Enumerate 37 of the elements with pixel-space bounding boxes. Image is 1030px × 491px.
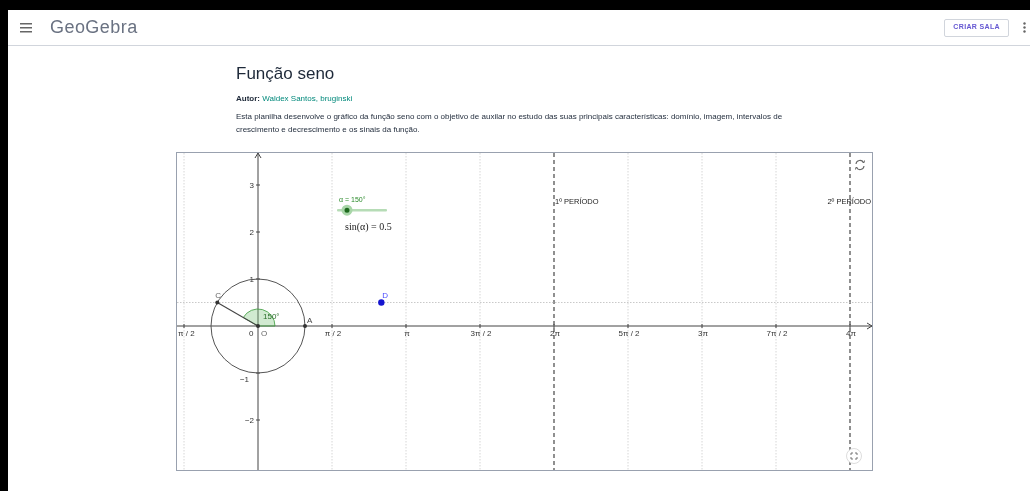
axis-label: 5π / 2 [618, 329, 640, 338]
fullscreen-icon[interactable] [846, 448, 862, 464]
point [256, 324, 260, 328]
point-label: A [307, 316, 313, 325]
refresh-icon[interactable] [854, 159, 866, 171]
slider-track [337, 209, 387, 212]
axis-label: 3 [249, 181, 254, 190]
axis-label: π [404, 329, 410, 338]
menu-icon[interactable] [20, 22, 32, 33]
axis-label: 7π / 2 [766, 329, 788, 338]
axis-label: 0 [249, 329, 254, 338]
point [303, 324, 307, 328]
axis-label: 2 [249, 228, 254, 237]
point-label: D [382, 290, 389, 300]
author-label: Autor: [236, 94, 260, 103]
axis-label: 2π [550, 329, 560, 338]
axis-label: −2 [244, 416, 254, 425]
author-link[interactable]: Waldex Santos, bruginski [262, 94, 353, 103]
logo[interactable]: GeoGebra [50, 14, 138, 41]
slider-thumb[interactable] [341, 204, 353, 216]
axis-label: π / 2 [178, 329, 195, 338]
axis-label: 4π [846, 329, 856, 338]
point [215, 300, 220, 305]
axis-label: 3π / 2 [470, 329, 492, 338]
point-label: O [261, 329, 268, 338]
axis-label: π / 2 [324, 329, 342, 338]
angle-label: 150° [263, 312, 280, 321]
point-label: C [215, 290, 222, 300]
axis-label: 3π [698, 329, 708, 338]
description-text: Esta planilha desenvolve o gráfico da função seno com o objetivo de auxilar no estudo das suas principais características: domínio, imagem, intervalos de crescimento e decrescimento e os sinais da função. [236, 111, 784, 136]
point [378, 299, 385, 306]
page-title: Função seno [236, 63, 336, 85]
axis-label: 1 [249, 275, 254, 284]
radius-segment [216, 301, 259, 327]
more-icon[interactable] [1023, 22, 1026, 33]
axis-label: −1 [239, 375, 249, 384]
formula-text: sin(α) = 0.5 [345, 221, 392, 232]
